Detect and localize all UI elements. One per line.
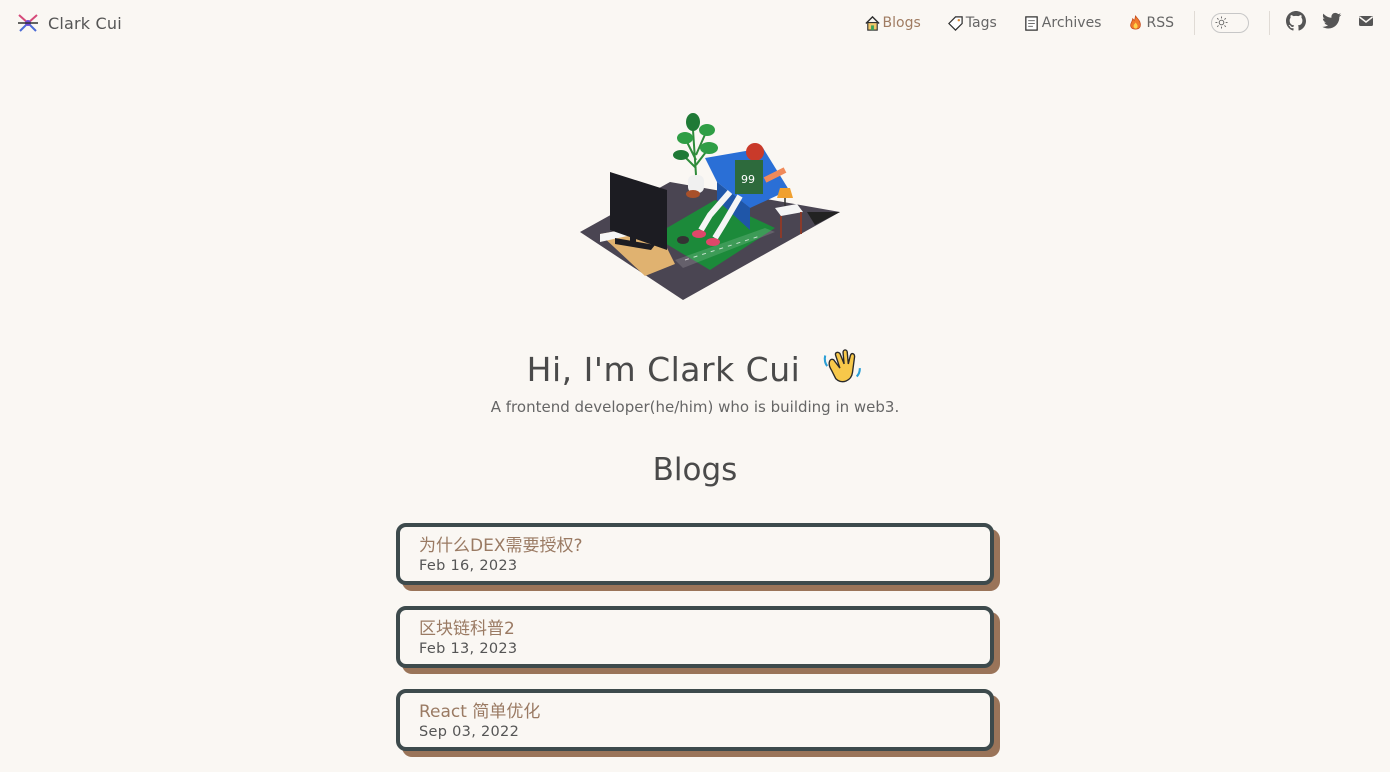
hero-title: Hi, I'm Clark Cui: [0, 345, 1390, 389]
social-links: [1286, 11, 1374, 35]
archive-icon: [1025, 15, 1038, 31]
nav-archives[interactable]: Archives: [1023, 15, 1102, 32]
nav-rss-label: RSS: [1146, 15, 1174, 31]
blog-card[interactable]: React 简单优化 Sep 03, 2022: [396, 689, 994, 751]
twitter-icon: [1322, 12, 1342, 29]
nav-rss[interactable]: RSS: [1127, 14, 1174, 32]
twitter-link[interactable]: [1322, 11, 1342, 35]
hero-subtitle: A frontend developer(he/him) who is buil…: [490, 398, 900, 416]
theme-toggle[interactable]: [1211, 13, 1249, 33]
svg-text:99: 99: [741, 173, 755, 186]
blog-card-date: Feb 13, 2023: [419, 641, 518, 657]
nav-tags-label: Tags: [965, 15, 997, 31]
top-nav: Blogs Tags Archives RSS: [838, 10, 1374, 36]
blog-card[interactable]: 为什么DEX需要授权? Feb 16, 2023: [396, 523, 994, 585]
brand-name: Clark Cui: [48, 13, 122, 33]
nav-tags[interactable]: Tags: [947, 15, 997, 32]
github-icon: [1286, 11, 1306, 31]
nav-blogs[interactable]: Blogs: [864, 15, 921, 32]
blog-card-date: Feb 16, 2023: [419, 558, 518, 574]
blog-list: 为什么DEX需要授权? Feb 16, 2023 区块链科普2 Feb 13, …: [396, 523, 1000, 772]
mail-link[interactable]: [1358, 13, 1374, 33]
blog-card-title[interactable]: 区块链科普2: [419, 614, 515, 639]
logo-icon: [18, 14, 38, 32]
blog-card[interactable]: 区块链科普2 Feb 13, 2023: [396, 606, 994, 668]
hero-illustration: 99: [580, 113, 840, 300]
nav-archives-label: Archives: [1041, 15, 1102, 31]
github-link[interactable]: [1286, 11, 1306, 35]
nav-blogs-label: Blogs: [882, 15, 921, 31]
mail-icon: [1359, 16, 1373, 26]
blog-card-date: Sep 03, 2022: [419, 724, 520, 740]
tag-icon: [947, 15, 963, 31]
sun-icon: [1215, 16, 1228, 29]
waving-hand-icon: [824, 349, 862, 383]
hero-title-text: Hi, I'm Clark Cui: [526, 350, 801, 389]
brand[interactable]: Clark Cui: [16, 11, 122, 35]
nav-divider-2: [1269, 11, 1270, 35]
blog-card-title[interactable]: 为什么DEX需要授权?: [419, 531, 583, 556]
site-header: Clark Cui Blogs Tags Archives RSS: [0, 0, 1390, 46]
fire-icon: [1130, 14, 1142, 30]
nav-divider: [1194, 11, 1195, 35]
blog-card-title[interactable]: React 简单优化: [419, 697, 540, 722]
blogs-heading: Blogs: [652, 452, 738, 488]
house-icon: [864, 15, 880, 31]
